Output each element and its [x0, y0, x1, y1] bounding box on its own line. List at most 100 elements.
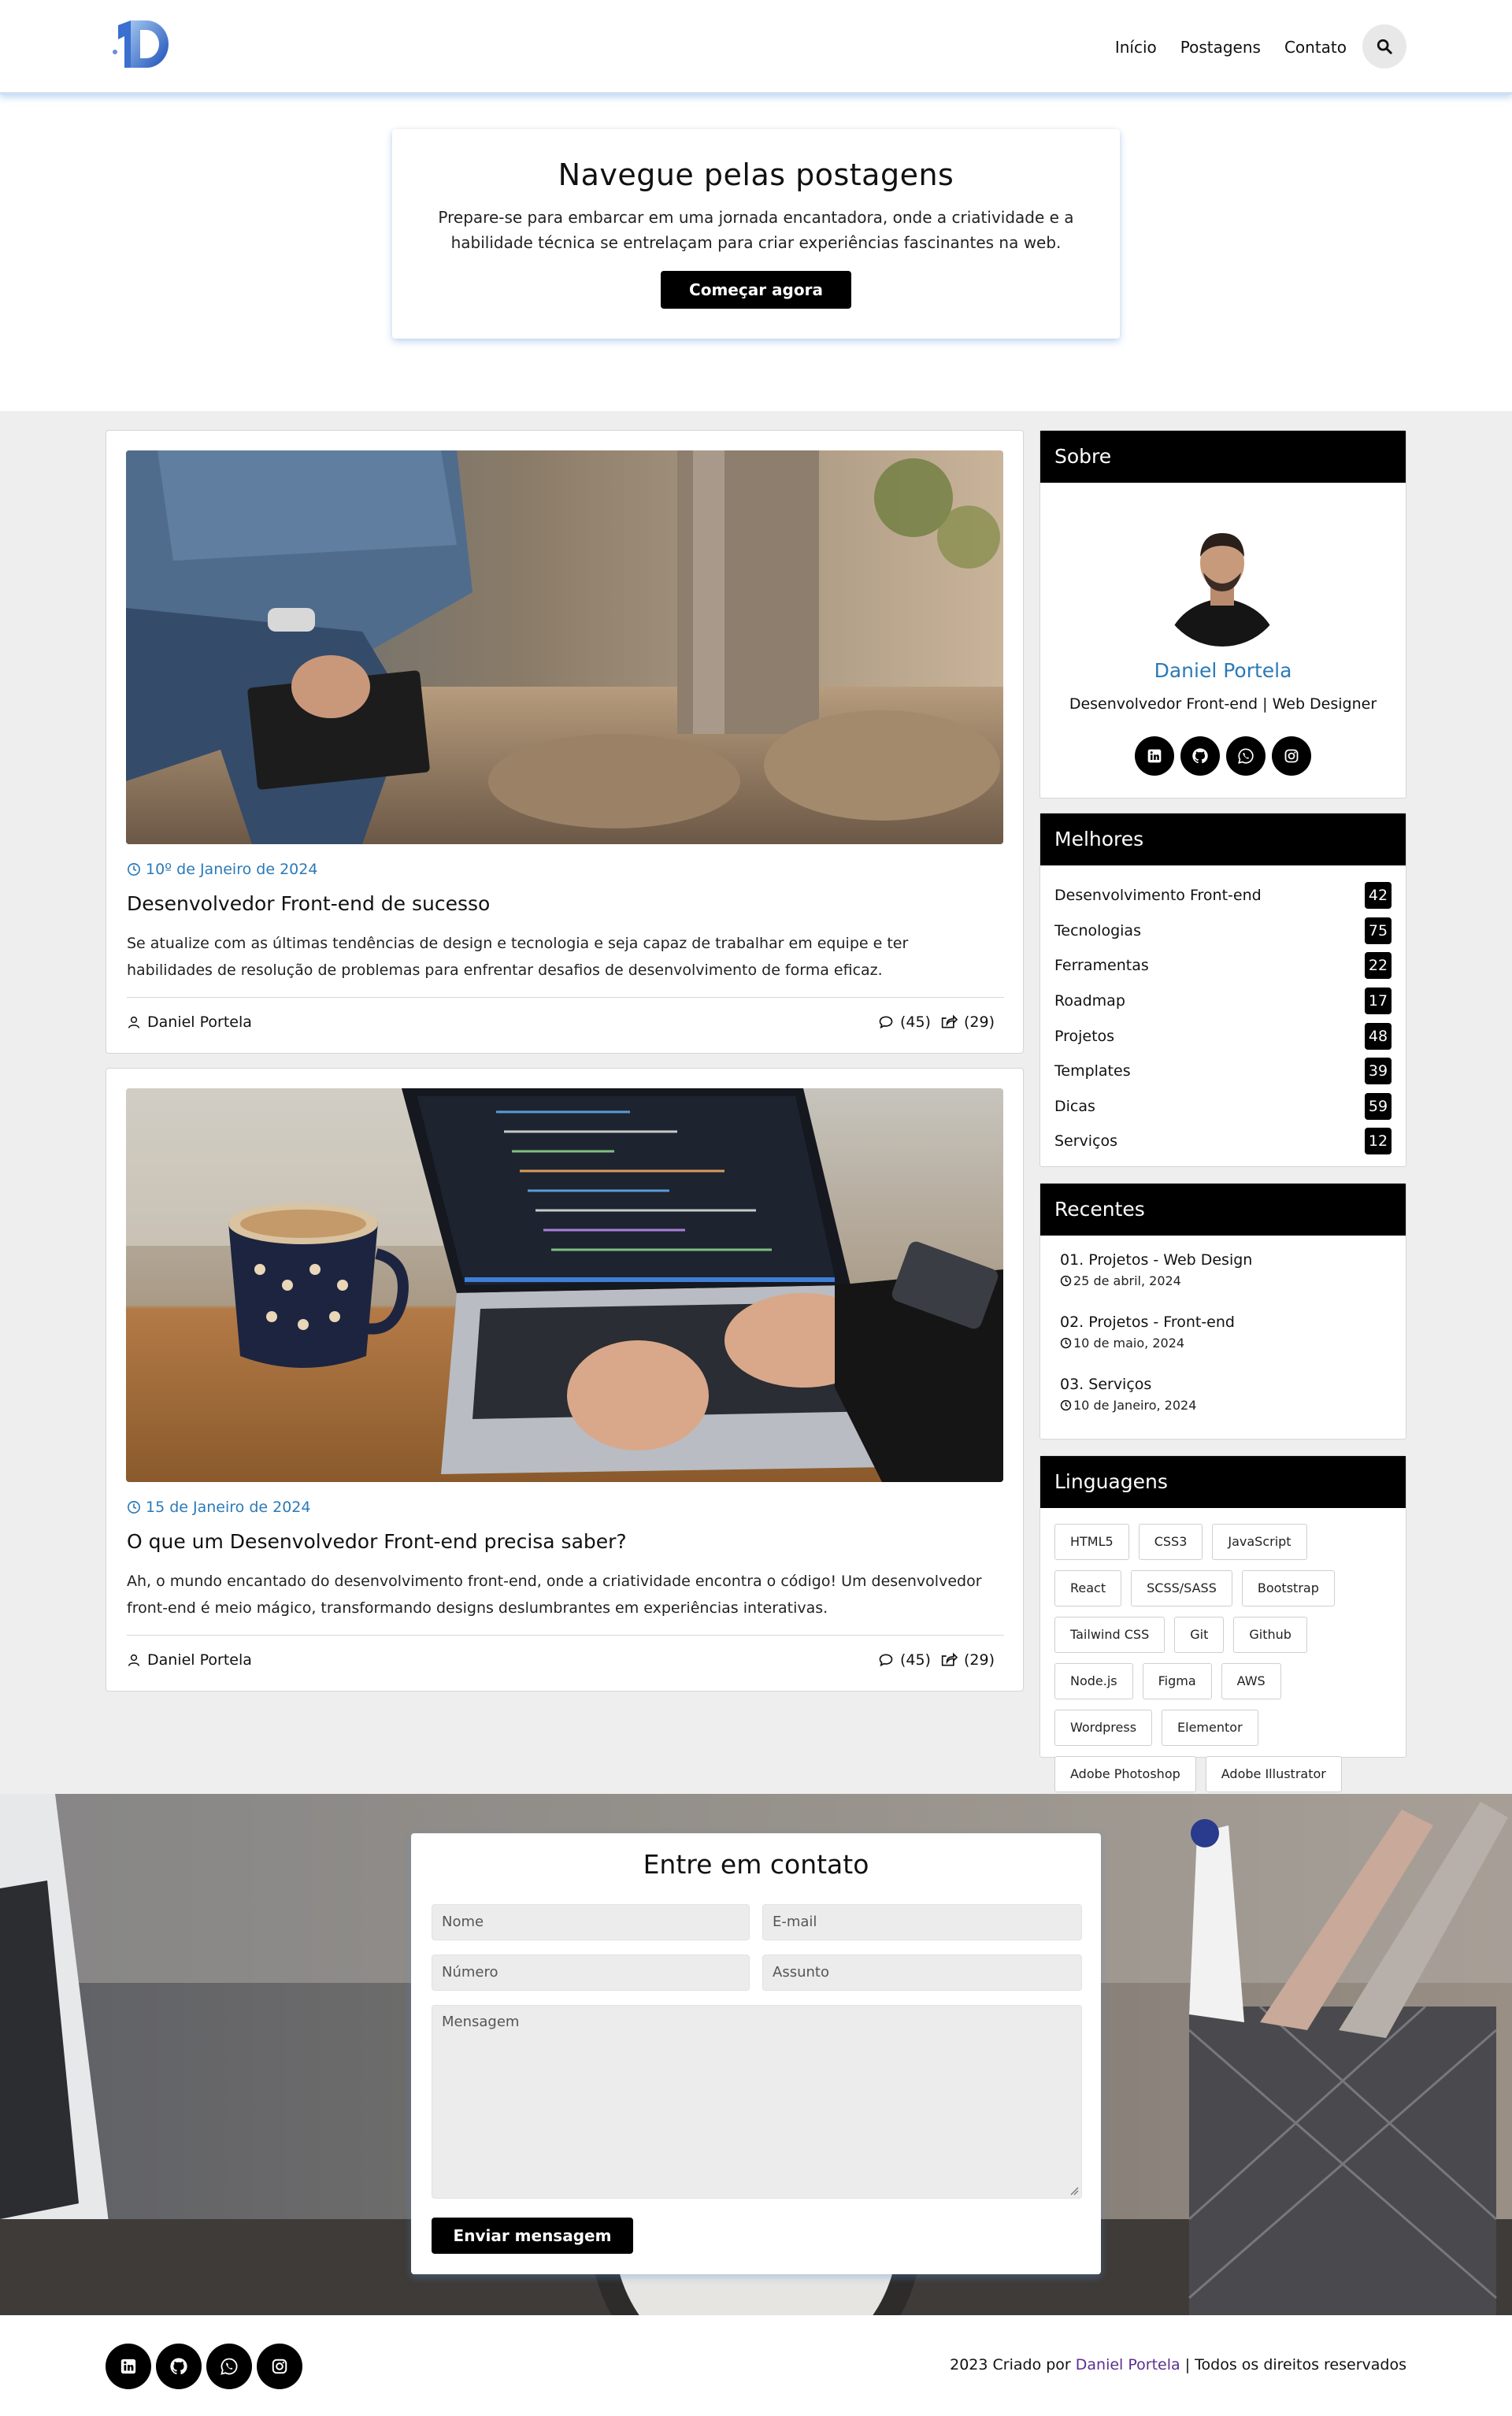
tag[interactable]: Github	[1233, 1617, 1307, 1653]
whatsapp-icon	[1238, 748, 1254, 764]
whatsapp-button[interactable]	[1226, 736, 1266, 776]
recent-post-date: 25 de abril, 2024	[1060, 1273, 1252, 1288]
tag[interactable]: Git	[1174, 1617, 1225, 1653]
resize-handle-icon[interactable]	[1069, 2186, 1079, 2196]
list-item-label: Projetos	[1054, 1027, 1115, 1045]
tag[interactable]: Bootstrap	[1241, 1570, 1335, 1606]
languages-heading: Linguagens	[1040, 1456, 1406, 1508]
post-author-name: Daniel Portela	[147, 1013, 252, 1031]
post-date: 15 de Janeiro de 2024	[127, 1499, 310, 1516]
clock-icon	[1060, 1275, 1072, 1287]
recent-heading: Recentes	[1040, 1184, 1406, 1236]
post-card: 10º de Janeiro de 2024 Desenvolvedor Fro…	[106, 430, 1024, 1054]
comment-icon[interactable]	[878, 1014, 894, 1030]
count-badge: 48	[1365, 1022, 1392, 1050]
tag[interactable]: Figma	[1142, 1663, 1212, 1699]
instagram-icon	[272, 2359, 287, 2374]
tag[interactable]: Wordpress	[1054, 1710, 1153, 1746]
post-image[interactable]	[126, 1088, 1003, 1482]
list-item[interactable]: Dicas 59	[1054, 1089, 1392, 1125]
message-placeholder: Mensagem	[442, 2014, 520, 2030]
tag[interactable]: Node.js	[1054, 1663, 1133, 1699]
post-stats: (45) (29)	[878, 1013, 995, 1031]
list-item[interactable]: Templates 39	[1054, 1054, 1392, 1089]
share-count: (29)	[963, 1651, 995, 1669]
share-icon[interactable]	[940, 1014, 958, 1030]
linkedin-button[interactable]	[1135, 736, 1174, 776]
about-role: Desenvolvedor Front-end | Web Designer	[1069, 695, 1377, 713]
number-field[interactable]: Número	[432, 1955, 750, 1991]
count-badge: 12	[1365, 1128, 1392, 1155]
instagram-button[interactable]	[1272, 736, 1311, 776]
list-item[interactable]: Ferramentas 22	[1054, 948, 1392, 984]
list-item[interactable]: Desenvolvimento Front-end 42	[1054, 878, 1392, 913]
post-title[interactable]: Desenvolvedor Front-end de sucesso	[127, 892, 490, 915]
copyright-prefix: 2023 Criado por	[950, 2356, 1076, 2373]
github-button[interactable]	[1180, 736, 1220, 776]
count-badge: 17	[1365, 988, 1392, 1015]
logo[interactable]	[107, 17, 176, 71]
list-item[interactable]: Roadmap 17	[1054, 984, 1392, 1019]
post-title[interactable]: O que um Desenvolvedor Front-end precisa…	[127, 1530, 627, 1553]
comment-icon[interactable]	[878, 1652, 894, 1668]
footer-copyright: 2023 Criado por Daniel Portela | Todos o…	[950, 2356, 1406, 2373]
count-badge: 39	[1365, 1058, 1392, 1085]
search-icon	[1377, 39, 1392, 54]
subject-field[interactable]: Assunto	[762, 1955, 1082, 1991]
send-message-button[interactable]: Enviar mensagem	[432, 2218, 633, 2254]
recent-post-date-text: 10 de Janeiro, 2024	[1073, 1398, 1197, 1413]
clock-icon	[1060, 1337, 1072, 1349]
recent-post[interactable]: 01. Projetos - Web Design 25 de abril, 2…	[1060, 1251, 1252, 1288]
tag[interactable]: React	[1054, 1570, 1122, 1606]
name-field[interactable]: Nome	[432, 1904, 750, 1940]
tag[interactable]: Adobe Photoshop	[1054, 1756, 1196, 1792]
tag[interactable]: SCSS/SASS	[1131, 1570, 1232, 1606]
count-badge: 59	[1365, 1092, 1392, 1120]
list-item[interactable]: Tecnologias 75	[1054, 913, 1392, 949]
recent-post-title: 02. Projetos - Front-end	[1060, 1314, 1235, 1331]
recent-post-date: 10 de maio, 2024	[1060, 1336, 1235, 1351]
tag[interactable]: HTML5	[1054, 1524, 1129, 1560]
github-button[interactable]	[156, 2344, 202, 2389]
linkedin-icon	[1147, 749, 1162, 763]
count-badge: 75	[1365, 917, 1392, 944]
search-button[interactable]	[1362, 24, 1406, 69]
footer-author-link[interactable]: Daniel Portela	[1076, 2356, 1180, 2373]
start-now-button[interactable]: Começar agora	[661, 271, 851, 309]
post-image[interactable]	[126, 450, 1003, 844]
list-item[interactable]: Serviços 12	[1054, 1124, 1392, 1159]
footer: 2023 Criado por Daniel Portela | Todos o…	[0, 2315, 1512, 2416]
recent-post[interactable]: 03. Serviços 10 de Janeiro, 2024	[1060, 1376, 1196, 1413]
post-stats: (45) (29)	[878, 1651, 995, 1669]
nav-link-postagens[interactable]: Postagens	[1180, 38, 1261, 57]
divider	[127, 1635, 1004, 1636]
instagram-button[interactable]	[257, 2344, 302, 2389]
about-name[interactable]: Daniel Portela	[1040, 659, 1406, 682]
navbar: Início Postagens Contato	[0, 0, 1512, 94]
tag[interactable]: Elementor	[1162, 1710, 1258, 1746]
tag[interactable]: Adobe Illustrator	[1205, 1756, 1342, 1792]
share-icon[interactable]	[940, 1652, 958, 1668]
languages-widget: Linguagens HTML5 CSS3 JavaScript React S…	[1040, 1455, 1406, 1792]
tag[interactable]: Tailwind CSS	[1054, 1617, 1166, 1653]
user-icon	[128, 1654, 140, 1666]
github-icon	[1192, 748, 1208, 764]
list-item[interactable]: Projetos 48	[1054, 1018, 1392, 1054]
tag[interactable]: CSS3	[1138, 1524, 1203, 1560]
message-field[interactable]: Mensagem	[432, 2005, 1082, 2199]
social-links	[1040, 736, 1406, 776]
recent-post[interactable]: 02. Projetos - Front-end 10 de maio, 202…	[1060, 1314, 1235, 1351]
email-field[interactable]: E-mail	[762, 1904, 1082, 1940]
nav-link-inicio[interactable]: Início	[1115, 38, 1157, 57]
tag-list: HTML5 CSS3 JavaScript React SCSS/SASS Bo…	[1054, 1524, 1392, 1803]
tag[interactable]: JavaScript	[1212, 1524, 1307, 1560]
list-item-label: Desenvolvimento Front-end	[1054, 887, 1262, 905]
whatsapp-button[interactable]	[206, 2344, 252, 2389]
recent-post-title: 03. Serviços	[1060, 1376, 1152, 1393]
linkedin-button[interactable]	[106, 2344, 151, 2389]
nav-link-contato[interactable]: Contato	[1284, 38, 1347, 57]
post-author: Daniel Portela	[127, 1651, 252, 1669]
post-author: Daniel Portela	[127, 1013, 252, 1031]
about-widget: Sobre Daniel Portela Desenvolvedor Front…	[1040, 430, 1406, 799]
tag[interactable]: AWS	[1221, 1663, 1281, 1699]
